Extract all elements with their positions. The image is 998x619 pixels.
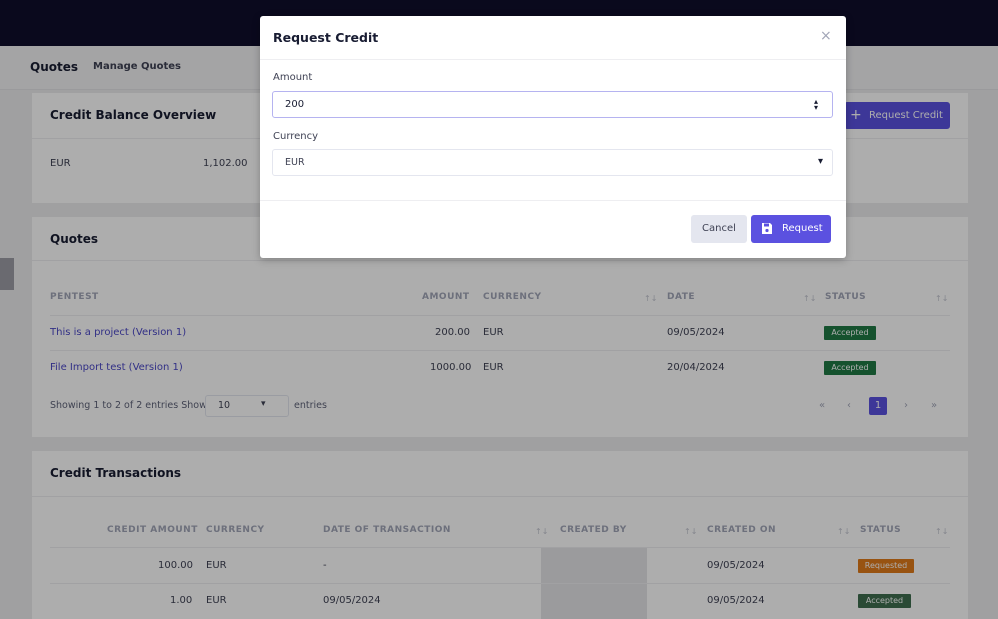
currency-label: Currency [273, 131, 319, 142]
number-spinner[interactable]: ▴ ▾ [811, 98, 821, 112]
amount-label: Amount [273, 72, 313, 83]
chevron-down-icon: ▾ [818, 156, 824, 167]
modal-footer-divider [260, 200, 846, 201]
currency-value: EUR [285, 157, 305, 168]
floppy-disk-icon [762, 223, 772, 234]
request-button-label: Request [782, 223, 823, 234]
close-icon[interactable]: × [820, 28, 832, 44]
request-button[interactable]: Request [751, 215, 831, 243]
modal-title: Request Credit [273, 30, 379, 45]
amount-input[interactable] [272, 91, 833, 118]
spinner-down-icon[interactable]: ▾ [811, 104, 821, 112]
cancel-button[interactable]: Cancel [691, 215, 747, 243]
modal-header: Request Credit × [260, 16, 846, 60]
currency-select[interactable]: EUR ▾ [272, 149, 833, 176]
request-credit-modal: Request Credit × Amount ▴ ▾ Currency EUR… [260, 16, 846, 258]
